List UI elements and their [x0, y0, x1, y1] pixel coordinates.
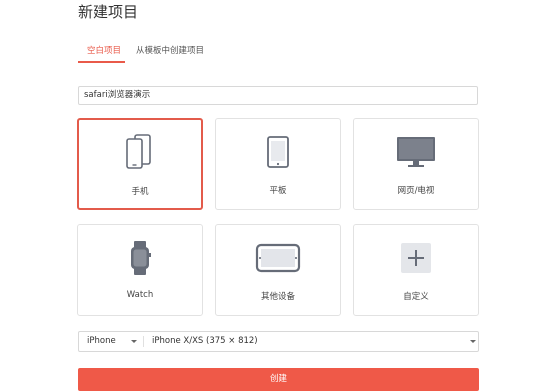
- device-card-label: 平板: [269, 186, 287, 196]
- model-select-value: iPhone X/XS (375 × 812): [152, 336, 258, 346]
- page-title: 新建项目: [78, 3, 139, 21]
- watch-icon: [78, 239, 202, 277]
- device-card-label: 其他设备: [260, 292, 295, 302]
- device-select-bar: iPhone iPhone X/XS (375 × 812): [78, 331, 479, 352]
- device-card-tablet[interactable]: 平板: [215, 118, 341, 210]
- monitor-icon: [354, 133, 478, 171]
- tab-blank-project[interactable]: 空白项目: [87, 44, 121, 56]
- create-button[interactable]: 创建: [78, 368, 479, 391]
- device-card-custom[interactable]: 自定义: [353, 224, 479, 316]
- other-device-icon: [216, 239, 340, 277]
- device-card-label: 手机: [131, 187, 149, 197]
- device-card-watch[interactable]: Watch: [77, 224, 203, 316]
- tab-from-template[interactable]: 从模板中创建项目: [136, 44, 204, 56]
- active-tab-indicator: [78, 61, 125, 63]
- project-name-input[interactable]: safari浏览器演示: [78, 86, 478, 105]
- device-card-label: 网页/电视: [397, 186, 435, 196]
- device-card-monitor[interactable]: 网页/电视: [353, 118, 479, 210]
- plus-icon: [354, 239, 478, 277]
- platform-select-value: iPhone: [87, 336, 116, 346]
- device-card-label: 自定义: [403, 292, 429, 302]
- chevron-down-icon: [131, 340, 137, 343]
- select-divider: [143, 336, 144, 347]
- model-select[interactable]: iPhone X/XS (375 × 812): [152, 332, 472, 351]
- tablet-icon: [216, 133, 340, 171]
- device-card-other[interactable]: 其他设备: [215, 224, 341, 316]
- device-card-phone[interactable]: 手机: [77, 118, 203, 210]
- chevron-down-icon: [470, 340, 476, 343]
- project-type-tabs: 空白项目 从模板中创建项目: [78, 37, 480, 63]
- phone-icon: [79, 134, 201, 172]
- device-card-label: Watch: [126, 290, 154, 300]
